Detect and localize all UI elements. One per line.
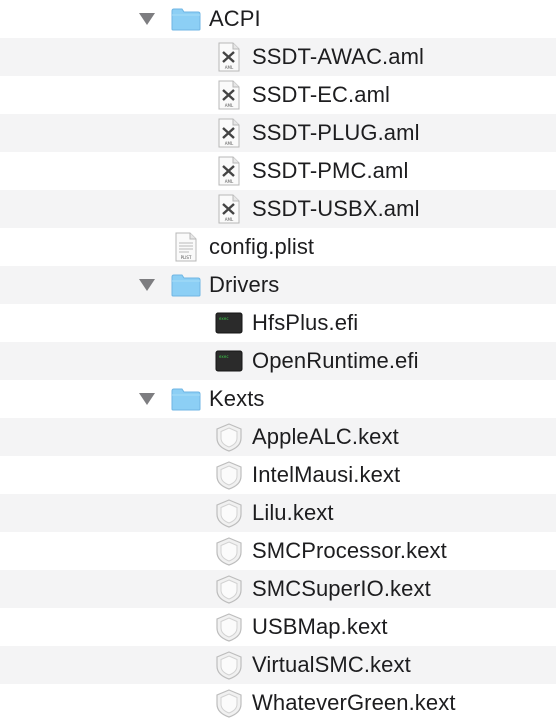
folder-icon — [171, 4, 201, 34]
tree-row-applealc[interactable]: AppleALC.kext — [0, 418, 556, 456]
aml-file-icon: AML — [214, 194, 244, 224]
tree-row-label: SSDT-PLUG.aml — [252, 120, 420, 145]
kext-icon — [214, 650, 244, 680]
kext-icon — [214, 460, 244, 490]
svg-text:AML: AML — [225, 65, 234, 70]
tree-row-ssdt-ec[interactable]: AML SSDT-EC.aml — [0, 76, 556, 114]
tree-row-virtualsmc[interactable]: VirtualSMC.kext — [0, 646, 556, 684]
tree-row-label: SSDT-EC.aml — [252, 82, 391, 107]
tree-row-smcsuperio[interactable]: SMCSuperIO.kext — [0, 570, 556, 608]
tree-row-label: SMCSuperIO.kext — [252, 576, 431, 601]
svg-text:AML: AML — [225, 217, 234, 222]
tree-row-label: SSDT-AWAC.aml — [252, 44, 425, 69]
svg-text:PLIST: PLIST — [181, 255, 192, 260]
aml-file-icon: AML — [214, 156, 244, 186]
tree-row-label: SSDT-USBX.aml — [252, 196, 420, 221]
aml-file-icon: AML — [214, 80, 244, 110]
tree-row-label: SMCProcessor.kext — [252, 538, 447, 563]
svg-text:exec: exec — [219, 354, 229, 359]
tree-row-label: VirtualSMC.kext — [252, 652, 411, 677]
tree-row-openruntime[interactable]: exec OpenRuntime.efi — [0, 342, 556, 380]
tree-row-label: HfsPlus.efi — [252, 310, 359, 335]
aml-file-icon: AML — [214, 118, 244, 148]
exec-file-icon: exec — [214, 346, 244, 376]
tree-row-label: Lilu.kext — [252, 500, 334, 525]
kext-icon — [214, 612, 244, 642]
svg-text:exec: exec — [219, 316, 229, 321]
disclosure-triangle-icon[interactable] — [137, 9, 157, 29]
tree-row-drivers[interactable]: Drivers — [0, 266, 556, 304]
disclosure-triangle-icon[interactable] — [137, 389, 157, 409]
file-tree: ACPI AML SSDT-AWAC.aml AML SSDT-EC.aml A… — [0, 0, 556, 722]
svg-text:AML: AML — [225, 179, 234, 184]
disclosure-triangle-icon[interactable] — [137, 275, 157, 295]
exec-file-icon: exec — [214, 308, 244, 338]
tree-row-label: USBMap.kext — [252, 614, 388, 639]
aml-file-icon: AML — [214, 42, 244, 72]
tree-row-kexts[interactable]: Kexts — [0, 380, 556, 418]
tree-row-ssdt-usbx[interactable]: AML SSDT-USBX.aml — [0, 190, 556, 228]
tree-row-intelmausi[interactable]: IntelMausi.kext — [0, 456, 556, 494]
tree-row-hfsplus[interactable]: exec HfsPlus.efi — [0, 304, 556, 342]
tree-row-label: IntelMausi.kext — [252, 462, 401, 487]
tree-row-label: ACPI — [209, 6, 261, 31]
tree-row-acpi[interactable]: ACPI — [0, 0, 556, 38]
tree-row-label: SSDT-PMC.aml — [252, 158, 409, 183]
tree-row-label: OpenRuntime.efi — [252, 348, 419, 373]
tree-row-usbmap[interactable]: USBMap.kext — [0, 608, 556, 646]
tree-row-smcprocessor[interactable]: SMCProcessor.kext — [0, 532, 556, 570]
tree-row-config-plist[interactable]: PLIST config.plist — [0, 228, 556, 266]
tree-row-label: Kexts — [209, 386, 265, 411]
plist-file-icon: PLIST — [171, 232, 201, 262]
tree-row-lilu[interactable]: Lilu.kext — [0, 494, 556, 532]
svg-text:AML: AML — [225, 141, 234, 146]
svg-text:AML: AML — [225, 103, 234, 108]
tree-row-label: AppleALC.kext — [252, 424, 399, 449]
tree-row-ssdt-awac[interactable]: AML SSDT-AWAC.aml — [0, 38, 556, 76]
folder-icon — [171, 384, 201, 414]
kext-icon — [214, 688, 244, 718]
kext-icon — [214, 498, 244, 528]
tree-row-label: WhateverGreen.kext — [252, 690, 456, 715]
tree-row-ssdt-pmc[interactable]: AML SSDT-PMC.aml — [0, 152, 556, 190]
tree-row-label: Drivers — [209, 272, 280, 297]
folder-icon — [171, 270, 201, 300]
tree-row-whatevergreen[interactable]: WhateverGreen.kext — [0, 684, 556, 722]
kext-icon — [214, 574, 244, 604]
kext-icon — [214, 422, 244, 452]
tree-row-label: config.plist — [209, 234, 315, 259]
tree-row-ssdt-plug[interactable]: AML SSDT-PLUG.aml — [0, 114, 556, 152]
kext-icon — [214, 536, 244, 566]
